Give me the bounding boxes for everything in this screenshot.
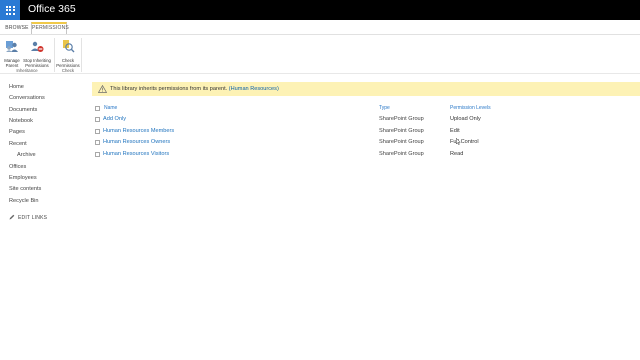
nav-item-pages[interactable]: Pages [9,129,25,135]
nav-item-conversations[interactable]: Conversations [9,95,45,101]
ribbon: Manage Parent Stop Inheriting Permission… [0,34,640,74]
group-type: SharePoint Group [379,116,424,122]
permission-level: Upload Only [450,116,481,122]
banner-text: This library inherits permissions from i… [110,85,228,92]
group-label-check: Check [61,68,75,73]
banner-message: This library inherits permissions from i… [110,86,279,92]
stop-inheriting-icon [31,41,44,52]
row-checkbox[interactable] [95,151,100,157]
edit-links-button[interactable]: EDIT LINKS [9,214,47,221]
app-launcher-icon[interactable] [0,0,20,20]
check-permissions-icon [63,40,75,53]
manage-parent-icon [6,41,18,52]
column-header-permission-levels[interactable]: Permission Levels [450,105,491,111]
ribbon-group-divider [81,38,82,72]
nav-item-home[interactable]: Home [9,84,24,90]
suite-bar: Office 365 [0,0,640,20]
nav-item-site-contents[interactable]: Site contents [9,186,41,192]
banner-parent-link[interactable]: (Human Resources) [229,86,279,92]
nav-item-archive[interactable]: Archive [17,152,36,158]
nav-item-offices[interactable]: Offices [9,164,26,170]
mouse-cursor-icon [456,138,461,145]
row-checkbox[interactable] [95,128,100,134]
suite-title[interactable]: Office 365 [28,3,76,15]
tab-permissions[interactable]: PERMISSIONS [31,22,69,34]
nav-item-notebook[interactable]: Notebook [9,118,33,124]
inheritance-banner: This library inherits permissions from i… [92,82,640,96]
check-permissions-button[interactable]: Check Permissions [55,39,81,68]
group-type: SharePoint Group [379,150,424,157]
warning-icon [98,85,107,93]
row-checkbox[interactable] [95,140,100,145]
nav-item-employees[interactable]: Employees [9,175,37,181]
stop-inheriting-label: Stop Inheriting Permissions [23,58,51,68]
stop-inheriting-button[interactable]: Stop Inheriting Permissions [23,39,51,68]
column-header-name[interactable]: Name [104,105,117,111]
group-type: SharePoint Group [379,127,424,134]
nav-item-documents[interactable]: Documents [9,107,37,113]
check-permissions-label: Check Permissions [56,58,80,68]
nav-item-recent[interactable]: Recent [9,141,27,147]
group-label-inheritance: Inheritance [16,68,38,73]
permission-level: Full Control [450,139,479,145]
pencil-icon [9,214,15,220]
permission-level: Edit [450,127,460,134]
group-name-link[interactable]: Add Only [103,116,126,122]
nav-item-recycle-bin[interactable]: Recycle Bin [9,198,39,204]
group-type: SharePoint Group [379,139,424,145]
edit-links-label: EDIT LINKS [18,215,48,221]
column-header-type[interactable]: Type [379,105,390,111]
group-name-link[interactable]: Human Resources Visitors [103,151,169,157]
permission-level: Read [450,150,464,157]
group-name-link[interactable]: Human Resources Members [103,128,174,134]
tab-browse[interactable]: BROWSE [4,22,30,34]
row-checkbox[interactable] [95,117,100,122]
manage-parent-label: Manage Parent [4,58,20,68]
select-all-checkbox[interactable] [95,105,100,111]
ribbon-tabs: BROWSE PERMISSIONS [0,20,640,34]
manage-parent-button[interactable]: Manage Parent [0,39,24,68]
group-name-link[interactable]: Human Resources Owners [103,139,170,145]
